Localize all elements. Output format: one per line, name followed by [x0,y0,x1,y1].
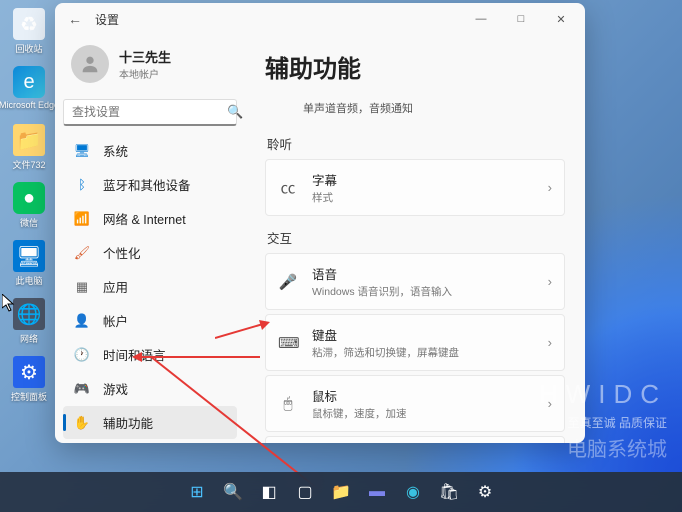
nav-时间和语言[interactable]: 🕐时间和语言 [63,338,237,371]
section-head: 交互 [267,228,565,247]
user-block[interactable]: 十三先生 本地帐户 [63,41,237,87]
setting-键盘[interactable]: ⌨键盘粘滞，筛选和切换键，屏幕键盘› [265,314,565,371]
desktop-icon-回收站[interactable]: ♻回收站 [8,8,50,58]
chevron-right-icon: › [548,180,552,195]
chevron-right-icon: › [548,274,552,289]
nav-辅助功能[interactable]: ✋辅助功能 [63,406,237,439]
nav-帐户[interactable]: 👤帐户 [63,304,237,337]
item-icon: ⌨ [278,334,298,352]
sidebar: 十三先生 本地帐户 🔍 🖥系统ᛒ蓝牙和其他设备📶网络 & Internet🖌个性… [55,35,245,443]
user-name: 十三先生 [119,47,171,66]
desktop-icon-此电脑[interactable]: 🖥此电脑 [8,240,50,290]
nav-icon: 🕐 [73,346,91,364]
search-button[interactable]: 🔍 [217,476,249,508]
nav-icon: 🖥 [73,142,91,160]
setting-字幕[interactable]: ㏄字幕样式› [265,159,565,216]
item-icon: 🎤 [278,273,298,291]
nav-蓝牙和其他设备[interactable]: ᛒ蓝牙和其他设备 [63,168,237,201]
maximize-button[interactable]: □ [501,3,541,35]
minimize-button[interactable]: — [461,3,501,35]
setting-语音[interactable]: 🎤语音Windows 语音识别，语音输入› [265,253,565,310]
settings-taskbar[interactable]: ⚙ [469,476,501,508]
titlebar: ← 设置 — □ ✕ [55,3,585,35]
item-icon: 🖱 [278,395,298,412]
chevron-right-icon: › [548,335,552,350]
item-icon: ㏄ [278,177,298,198]
page-title: 辅助功能 [265,49,565,84]
desktop-icon-控制面板[interactable]: ⚙控制面板 [8,356,50,406]
store-button[interactable]: 🛍 [433,476,465,508]
nav-list: 🖥系统ᛒ蓝牙和其他设备📶网络 & Internet🖌个性化▦应用👤帐户🕐时间和语… [63,134,237,443]
search-input[interactable] [72,105,227,119]
back-button[interactable]: ← [59,3,91,35]
chat-button[interactable]: ▬ [361,476,393,508]
section-head: 聆听 [267,134,565,153]
settings-window: ← 设置 — □ ✕ 十三先生 本地帐户 🔍 🖥系统ᛒ蓝牙和其他设备📶网络 & … [55,3,585,443]
setting-鼠标[interactable]: 🖱鼠标鼠标键，速度，加速› [265,375,565,432]
desktop-icons: ♻回收站 eMicrosoft Edge 📁文件732 ●微信 🖥此电脑 🌐网络 ⚙控制面板 [8,8,58,414]
search-icon: 🔍 [227,104,243,120]
taskbar: ⊞ 🔍 ◧ ▢ 📁 ▬ ◉ 🛍 ⚙ [0,472,682,512]
desktop-icon-文件732[interactable]: 📁文件732 [8,124,50,174]
nav-icon: 👤 [73,312,91,330]
nav-icon: ▦ [73,278,91,296]
setting-目视控制[interactable]: 👁目视控制眼动追踪仪，文本到语音转换› [265,436,565,443]
widgets-button[interactable]: ▢ [289,476,321,508]
nav-游戏[interactable]: 🎮游戏 [63,372,237,405]
nav-应用[interactable]: ▦应用 [63,270,237,303]
desktop-icon-微信[interactable]: ●微信 [8,182,50,232]
nav-icon: 🎮 [73,380,91,398]
nav-icon: 🖌 [73,244,91,262]
nav-icon: 📶 [73,210,91,228]
window-title: 设置 [95,11,119,28]
close-button[interactable]: ✕ [541,3,581,35]
nav-icon: ᛒ [73,176,91,194]
task-view-button[interactable]: ◧ [253,476,285,508]
avatar [71,45,109,83]
watermark: HWIDC 至真至诚 品质保证 电脑系统城 [539,379,667,462]
user-sub: 本地帐户 [119,66,171,81]
nav-系统[interactable]: 🖥系统 [63,134,237,167]
nav-隐私和安全性[interactable]: 🔒隐私和安全性 [63,440,237,443]
start-button[interactable]: ⊞ [181,476,213,508]
nav-网络 & Internet[interactable]: 📶网络 & Internet [63,202,237,235]
desktop-icon-Microsoft Edge[interactable]: eMicrosoft Edge [8,66,50,116]
search-box[interactable]: 🔍 [63,99,237,126]
main-panel: 辅助功能 单声道音频，音频通知 聆听㏄字幕样式› 交互 🎤语音Windows 语音识… [245,35,585,443]
desktop-icon-网络[interactable]: 🌐网络 [8,298,50,348]
edge-taskbar[interactable]: ◉ [397,476,429,508]
prev-item-sub: 单声道音频，音频通知 [265,94,565,122]
explorer-button[interactable]: 📁 [325,476,357,508]
nav-个性化[interactable]: 🖌个性化 [63,236,237,269]
nav-icon: ✋ [73,414,91,432]
